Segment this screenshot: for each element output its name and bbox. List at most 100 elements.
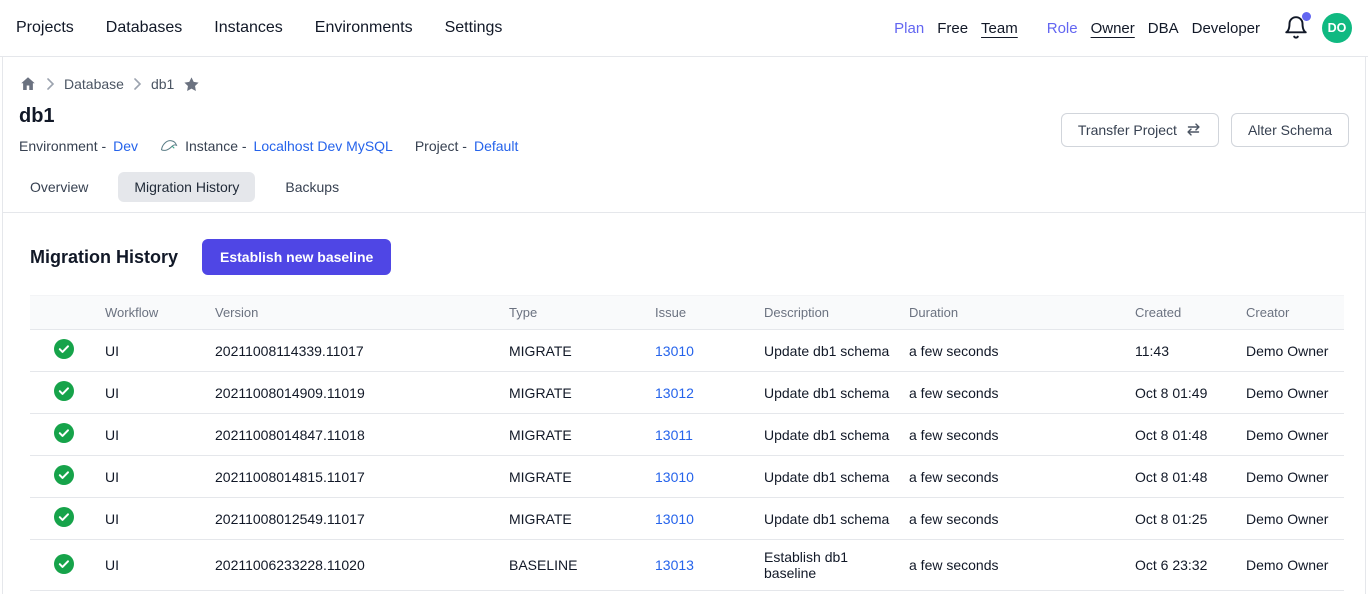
cell-duration: a few seconds — [901, 498, 1127, 540]
section-title: Migration History — [30, 247, 178, 268]
cell-version: 20211008014847.11018 — [207, 414, 501, 456]
database-meta: Environment - Dev Instance - Localhost D… — [19, 138, 518, 154]
nav-item-databases[interactable]: Databases — [106, 19, 183, 37]
cell-version: 20211008014909.11019 — [207, 372, 501, 414]
establish-baseline-button[interactable]: Establish new baseline — [202, 239, 391, 275]
database-header-left: db1 Environment - Dev Instance - Localho… — [19, 105, 518, 154]
cell-version: 20211006233228.11020 — [207, 540, 501, 591]
col-status — [30, 296, 97, 330]
page-body: Database db1 db1 Environment - Dev Insta… — [2, 57, 1366, 594]
col-version: Version — [207, 296, 501, 330]
role-label: Role — [1047, 20, 1078, 37]
breadcrumb-item-database[interactable]: Database — [64, 76, 124, 92]
cell-description: Update db1 schema — [756, 330, 901, 372]
star-icon[interactable] — [183, 76, 200, 93]
role-option-owner[interactable]: Owner — [1091, 20, 1135, 37]
cell-creator: Demo Owner — [1238, 330, 1344, 372]
cell-created: Oct 8 01:25 — [1127, 498, 1238, 540]
cell-duration: a few seconds — [901, 330, 1127, 372]
environment-link[interactable]: Dev — [113, 138, 138, 154]
cell-creator: Demo Owner — [1238, 498, 1344, 540]
table-row[interactable]: UI 20211008114339.11017 MIGRATE 13010 Up… — [30, 330, 1344, 372]
cell-created: Oct 8 01:49 — [1127, 372, 1238, 414]
role-option-developer[interactable]: Developer — [1192, 20, 1260, 37]
chevron-right-icon — [46, 78, 55, 90]
project-label: Project - — [415, 138, 467, 154]
migration-history-header: Migration History Establish new baseline — [3, 213, 1365, 275]
avatar[interactable]: DO — [1322, 13, 1352, 43]
col-creator: Creator — [1238, 296, 1344, 330]
check-circle-icon — [54, 423, 74, 443]
issue-link[interactable]: 13010 — [655, 469, 694, 485]
cell-created: Oct 8 01:48 — [1127, 414, 1238, 456]
plan-option-team[interactable]: Team — [981, 20, 1018, 37]
nav-item-instances[interactable]: Instances — [214, 19, 282, 37]
breadcrumb: Database db1 — [3, 57, 1365, 93]
issue-link[interactable]: 13013 — [655, 557, 694, 573]
instance-link[interactable]: Localhost Dev MySQL — [254, 138, 393, 154]
table-row[interactable]: UI 20211008014909.11019 MIGRATE 13012 Up… — [30, 372, 1344, 414]
home-icon[interactable] — [19, 75, 37, 93]
cell-creator: Demo Owner — [1238, 372, 1344, 414]
environment-label: Environment - — [19, 138, 106, 154]
notification-bell-button[interactable] — [1283, 15, 1309, 41]
tab-overview[interactable]: Overview — [30, 172, 88, 202]
cell-creator: Demo Owner — [1238, 456, 1344, 498]
chevron-right-icon — [133, 78, 142, 90]
database-tabs: Overview Migration History Backups — [3, 154, 1365, 213]
col-type: Type — [501, 296, 647, 330]
page-title: db1 — [19, 105, 518, 128]
transfer-arrows-icon — [1185, 122, 1202, 137]
instance-label: Instance - — [185, 138, 246, 154]
issue-link[interactable]: 13011 — [655, 427, 693, 443]
transfer-project-button[interactable]: Transfer Project — [1061, 113, 1219, 147]
table-row[interactable]: UI 20211008012549.11017 MIGRATE 13010 Up… — [30, 498, 1344, 540]
alter-schema-button[interactable]: Alter Schema — [1231, 113, 1349, 147]
plan-option-free[interactable]: Free — [937, 20, 968, 37]
nav-item-settings[interactable]: Settings — [445, 19, 503, 37]
cell-type: MIGRATE — [501, 456, 647, 498]
notification-dot — [1302, 12, 1311, 21]
cell-description: Update db1 schema — [756, 456, 901, 498]
cell-created: 11:43 — [1127, 330, 1238, 372]
table-row[interactable]: UI 20211008014847.11018 MIGRATE 13011 Up… — [30, 414, 1344, 456]
cell-duration: a few seconds — [901, 414, 1127, 456]
table-row[interactable]: UI 20211006233228.11020 BASELINE 13013 E… — [30, 540, 1344, 591]
cell-created: Oct 8 01:48 — [1127, 456, 1238, 498]
header-actions: Transfer Project Alter Schema — [1061, 113, 1349, 147]
cell-description: Update db1 schema — [756, 498, 901, 540]
cell-description: Establish db1 baseline — [756, 540, 901, 591]
cell-duration: a few seconds — [901, 456, 1127, 498]
cell-description: Update db1 schema — [756, 414, 901, 456]
table-header-row: Workflow Version Type Issue Description … — [30, 296, 1344, 330]
nav-item-environments[interactable]: Environments — [315, 19, 413, 37]
tab-migration-history[interactable]: Migration History — [118, 172, 255, 202]
breadcrumb-item-db1[interactable]: db1 — [151, 76, 174, 92]
cell-type: MIGRATE — [501, 372, 647, 414]
col-issue: Issue — [647, 296, 756, 330]
issue-link[interactable]: 13010 — [655, 511, 694, 527]
issue-link[interactable]: 13010 — [655, 343, 694, 359]
check-circle-icon — [54, 507, 74, 527]
cell-created: Oct 6 23:32 — [1127, 540, 1238, 591]
cell-workflow: UI — [97, 456, 207, 498]
cell-workflow: UI — [97, 414, 207, 456]
check-circle-icon — [54, 554, 74, 574]
col-workflow: Workflow — [97, 296, 207, 330]
tab-backups[interactable]: Backups — [285, 172, 339, 202]
cell-creator: Demo Owner — [1238, 414, 1344, 456]
cell-workflow: UI — [97, 540, 207, 591]
table-row[interactable]: UI 20211008014815.11017 MIGRATE 13010 Up… — [30, 456, 1344, 498]
cell-type: BASELINE — [501, 540, 647, 591]
cell-workflow: UI — [97, 330, 207, 372]
cell-type: MIGRATE — [501, 330, 647, 372]
project-link[interactable]: Default — [474, 138, 518, 154]
nav-right-controls: Plan Free Team Role Owner DBA Developer … — [894, 13, 1352, 43]
cell-type: MIGRATE — [501, 414, 647, 456]
role-option-dba[interactable]: DBA — [1148, 20, 1179, 37]
check-circle-icon — [54, 465, 74, 485]
mysql-dolphin-icon — [160, 138, 178, 154]
issue-link[interactable]: 13012 — [655, 385, 694, 401]
cell-workflow: UI — [97, 372, 207, 414]
nav-item-projects[interactable]: Projects — [16, 19, 74, 37]
